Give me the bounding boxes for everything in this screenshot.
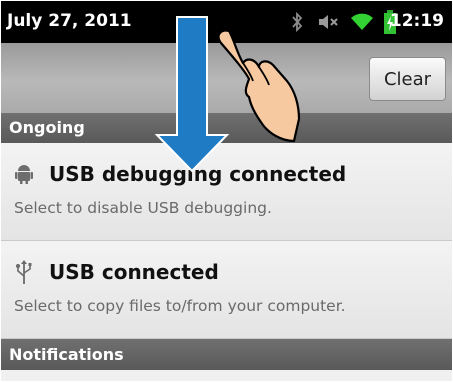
down-arrow (154, 16, 230, 173)
swipe-gesture-overlay (154, 16, 301, 173)
swipe-hand (217, 29, 301, 143)
notification-shade: July 27, 2011 12:19 Clear Ongoing USB de… (1, 1, 452, 381)
